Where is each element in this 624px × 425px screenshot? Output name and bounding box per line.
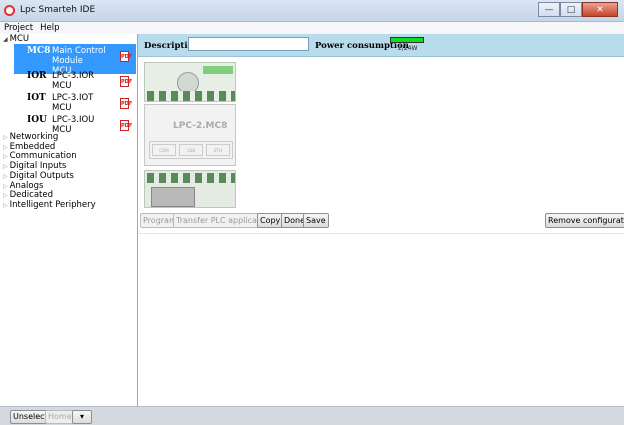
remove-configuration-button[interactable]: Remove configuration...: [545, 213, 624, 228]
window-controls: — □ ✕: [538, 2, 618, 18]
device-top-connector: [144, 62, 236, 102]
menu-help[interactable]: Help: [36, 22, 62, 34]
pdf-icon[interactable]: PDF: [120, 51, 132, 62]
expand-arrow-icon[interactable]: ▷: [3, 163, 8, 170]
tree-item-intelligent-periphery[interactable]: ▷ Intelligent Periphery: [3, 201, 96, 211]
device-bottom-connector: [144, 170, 236, 208]
title-bar: Lpc Smarteh IDE — □ ✕: [0, 0, 624, 22]
category-list: ▷ Networking ▷ Embedded ▷ Communication ▷ Di…: [3, 133, 96, 211]
power-consumption-bar: [390, 37, 424, 43]
power-consumption-value: 2/24W: [398, 45, 418, 52]
close-button[interactable]: ✕: [582, 2, 618, 17]
copy-button[interactable]: Copy: [257, 213, 284, 228]
description-input[interactable]: [188, 37, 309, 51]
window-title: Lpc Smarteh IDE: [20, 5, 96, 15]
expand-arrow-icon[interactable]: ▷: [3, 173, 8, 180]
bottom-toolbar: Unselect Home ▾: [0, 406, 624, 425]
divider: [138, 233, 624, 234]
description-bar: Description Power consumption 2/24W: [138, 34, 624, 57]
menu-project[interactable]: Project: [0, 22, 36, 34]
port-eth: ETH: [206, 144, 230, 156]
tree-root-mcu[interactable]: ◢ MCU: [3, 34, 29, 44]
module-code: IOR: [27, 71, 47, 81]
expand-arrow-icon[interactable]: ▷: [3, 144, 8, 151]
device-image: LPC-2.MC8 COM USB ETH: [144, 62, 236, 208]
menu-bar: Project Help: [0, 22, 624, 34]
pdf-icon[interactable]: PDF: [120, 98, 132, 109]
expand-arrow-icon[interactable]: ▷: [3, 192, 8, 199]
save-button[interactable]: Save: [303, 213, 329, 228]
module-name: LPC-3.IOR MCU: [52, 71, 95, 91]
tree-root-label: MCU: [9, 34, 30, 44]
module-tree: ◢ MCU MC8 Main Control Module MCU PDF IOR …: [0, 34, 138, 406]
module-name: LPC-3.IOT MCU: [52, 93, 94, 113]
expand-arrow-icon[interactable]: ▷: [3, 183, 8, 190]
module-name: LPC-3.IOU MCU: [52, 115, 95, 135]
main-panel: Description Power consumption 2/24W LPC-…: [138, 34, 624, 406]
expand-arrow-icon[interactable]: ▷: [3, 202, 8, 209]
dropdown-button[interactable]: ▾: [72, 410, 92, 424]
port-com: COM: [152, 144, 176, 156]
device-model-label: LPC-2.MC8: [173, 121, 228, 131]
minimize-button[interactable]: —: [538, 2, 560, 17]
home-button[interactable]: Home: [45, 410, 75, 424]
device-ports: COM USB ETH: [149, 141, 233, 159]
pdf-icon[interactable]: PDF: [120, 76, 132, 87]
pdf-icon[interactable]: PDF: [120, 120, 132, 131]
action-bar: Program Transfer PLC application Copy Do…: [138, 213, 624, 229]
app-logo-icon: [4, 5, 15, 16]
module-code: MC8: [27, 46, 51, 56]
module-code: IOU: [27, 115, 47, 125]
module-code: IOT: [27, 93, 46, 103]
maximize-button[interactable]: □: [560, 2, 582, 17]
expand-arrow-icon[interactable]: ◢: [3, 36, 8, 43]
expand-arrow-icon[interactable]: ▷: [3, 153, 8, 160]
expand-arrow-icon[interactable]: ▷: [3, 134, 8, 141]
device-front-panel: LPC-2.MC8 COM USB ETH: [144, 104, 236, 166]
port-usb: USB: [179, 144, 203, 156]
